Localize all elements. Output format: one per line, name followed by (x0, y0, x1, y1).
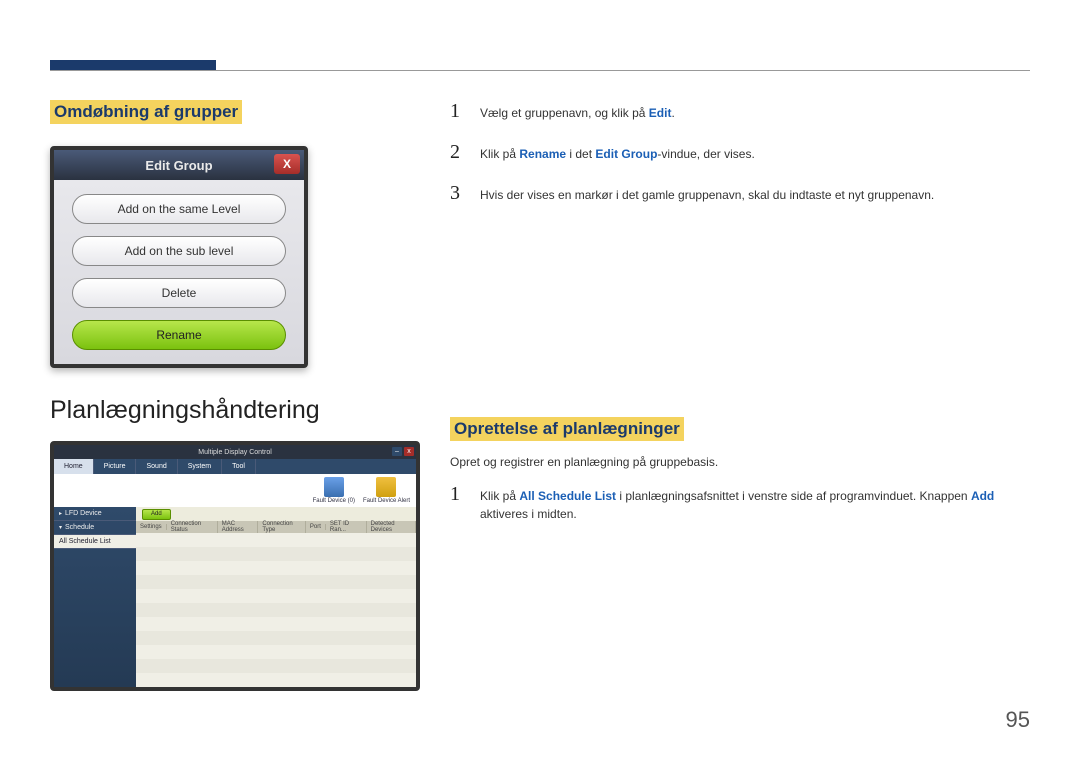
dialog-titlebar: Edit Group X (54, 150, 304, 180)
delete-button[interactable]: Delete (72, 278, 286, 308)
sidebar-schedule-label: Schedule (65, 524, 94, 531)
fault-device-label: Fault Device (0) (313, 498, 355, 504)
mdc-tab-tool[interactable]: Tool (222, 459, 256, 474)
add-button[interactable]: Add (142, 509, 171, 520)
fault-alert-icon (376, 477, 396, 497)
dialog-body: Add on the same Level Add on the sub lev… (54, 180, 304, 364)
step-number: 2 (450, 141, 464, 164)
section-title-rename-groups: Omdøbning af grupper (50, 100, 242, 124)
col-detected: Detected Devices (367, 521, 416, 533)
section-title-create-schedules: Oprettelse af planlægninger (450, 417, 684, 441)
mdc-screenshot: Multiple Display Control – x Home Pictur… (50, 441, 420, 691)
fault-alert-label: Fault Device Alert (363, 498, 410, 504)
text-run: i planlægningsafsnittet i venstre side a… (616, 489, 971, 503)
fault-device-group: Fault Device (0) (313, 477, 355, 504)
fault-alert-group: Fault Device Alert (363, 477, 410, 504)
header-accent-bar (50, 60, 216, 70)
highlighted-term: Edit (649, 106, 672, 120)
highlighted-term: All Schedule List (519, 489, 616, 503)
mdc-grid (136, 533, 416, 687)
mdc-tabs: Home Picture Sound System Tool (54, 459, 416, 474)
close-icon: X (283, 157, 291, 171)
col-connection-status: Connection Status (167, 521, 218, 533)
mdc-tab-home[interactable]: Home (54, 459, 94, 474)
rename-button[interactable]: Rename (72, 320, 286, 350)
mdc-body: ▸ LFD Device ▾ Schedule All Schedule Lis… (54, 507, 416, 687)
header-rule (50, 70, 1030, 71)
step-number: 3 (450, 182, 464, 205)
page-number: 95 (1006, 707, 1030, 733)
mdc-window-title: Multiple Display Control (198, 449, 272, 456)
mdc-sidebar: ▸ LFD Device ▾ Schedule All Schedule Lis… (54, 507, 136, 687)
steps-bottom: 1 Klik på All Schedule List i planlægning… (450, 483, 1030, 523)
text-run: Hvis der vises en markør i det gamle gru… (480, 188, 934, 202)
step-row: 1 Klik på All Schedule List i planlægning… (450, 483, 1030, 523)
sidebar-item-all-schedule[interactable]: All Schedule List (54, 535, 136, 549)
dialog-close-button[interactable]: X (274, 154, 300, 174)
mdc-minimize-icon[interactable]: – (392, 447, 402, 456)
fault-device-icon (324, 477, 344, 497)
sidebar-all-schedule-label: All Schedule List (59, 538, 111, 545)
col-settings: Settings (136, 524, 167, 530)
right-column: 1 Vælg et gruppenavn, og klik på Edit. 2 Kl… (450, 100, 1030, 541)
text-run: . (671, 106, 674, 120)
steps-top: 1 Vælg et gruppenavn, og klik på Edit. 2 Kl… (450, 100, 1030, 205)
mdc-tab-picture[interactable]: Picture (94, 459, 137, 474)
sidebar-lfd-label: LFD Device (65, 510, 102, 517)
highlighted-term: Add (971, 489, 994, 503)
col-setid: SET ID Ran... (326, 521, 367, 533)
step-row: 1 Vælg et gruppenavn, og klik på Edit. (450, 100, 1030, 123)
text-run: Klik på (480, 489, 519, 503)
add-same-level-button[interactable]: Add on the same Level (72, 194, 286, 224)
edit-group-dialog: Edit Group X Add on the same Level Add o… (50, 146, 308, 368)
mdc-tab-system[interactable]: System (178, 459, 222, 474)
step-text: Vælg et gruppenavn, og klik på Edit. (480, 100, 675, 122)
add-sub-level-button[interactable]: Add on the sub level (72, 236, 286, 266)
col-port: Port (306, 524, 326, 530)
mdc-ribbon: Fault Device (0) Fault Device Alert (54, 474, 416, 507)
chevron-right-icon: ▸ (59, 510, 62, 517)
text-run: Klik på (480, 147, 519, 161)
step-text: Hvis der vises en markør i det gamle gru… (480, 182, 934, 204)
mdc-close-icon[interactable]: x (404, 447, 414, 456)
col-mac: MAC Address (218, 521, 259, 533)
step-text: Klik på Rename i det Edit Group-vindue, … (480, 141, 755, 163)
left-column: Omdøbning af grupper Edit Group X Add on… (50, 100, 420, 691)
heading-schedule-management: Planlægningshåndtering (50, 396, 420, 425)
mdc-column-headers: Settings Connection Status MAC Address C… (136, 521, 416, 533)
mdc-titlebar: Multiple Display Control – x (54, 445, 416, 459)
step-text: Klik på All Schedule List i planlægnings… (480, 483, 1030, 523)
highlighted-term: Rename (519, 147, 566, 161)
step-number: 1 (450, 483, 464, 506)
section2-description: Opret og registrer en planlægning på gru… (450, 455, 1030, 469)
step-number: 1 (450, 100, 464, 123)
text-run: -vindue, der vises. (657, 147, 754, 161)
mdc-tab-sound[interactable]: Sound (136, 459, 177, 474)
sidebar-item-schedule[interactable]: ▾ Schedule (54, 521, 136, 535)
dialog-title: Edit Group (145, 158, 212, 173)
highlighted-term: Edit Group (595, 147, 657, 161)
step-row: 3 Hvis der vises en markør i det gamle gr… (450, 182, 1030, 205)
text-run: i det (566, 147, 595, 161)
mdc-main: Add Settings Connection Status MAC Addre… (136, 507, 416, 687)
sidebar-item-lfd[interactable]: ▸ LFD Device (54, 507, 136, 521)
chevron-down-icon: ▾ (59, 524, 62, 531)
text-run: aktiveres i midten. (480, 507, 577, 521)
right-lower-block: Oprettelse af planlægninger Opret og reg… (450, 417, 1030, 523)
mdc-toolbar: Add (136, 507, 416, 521)
step-row: 2 Klik på Rename i det Edit Group-vindue,… (450, 141, 1030, 164)
col-conn-type: Connection Type (258, 521, 306, 533)
text-run: Vælg et gruppenavn, og klik på (480, 106, 649, 120)
